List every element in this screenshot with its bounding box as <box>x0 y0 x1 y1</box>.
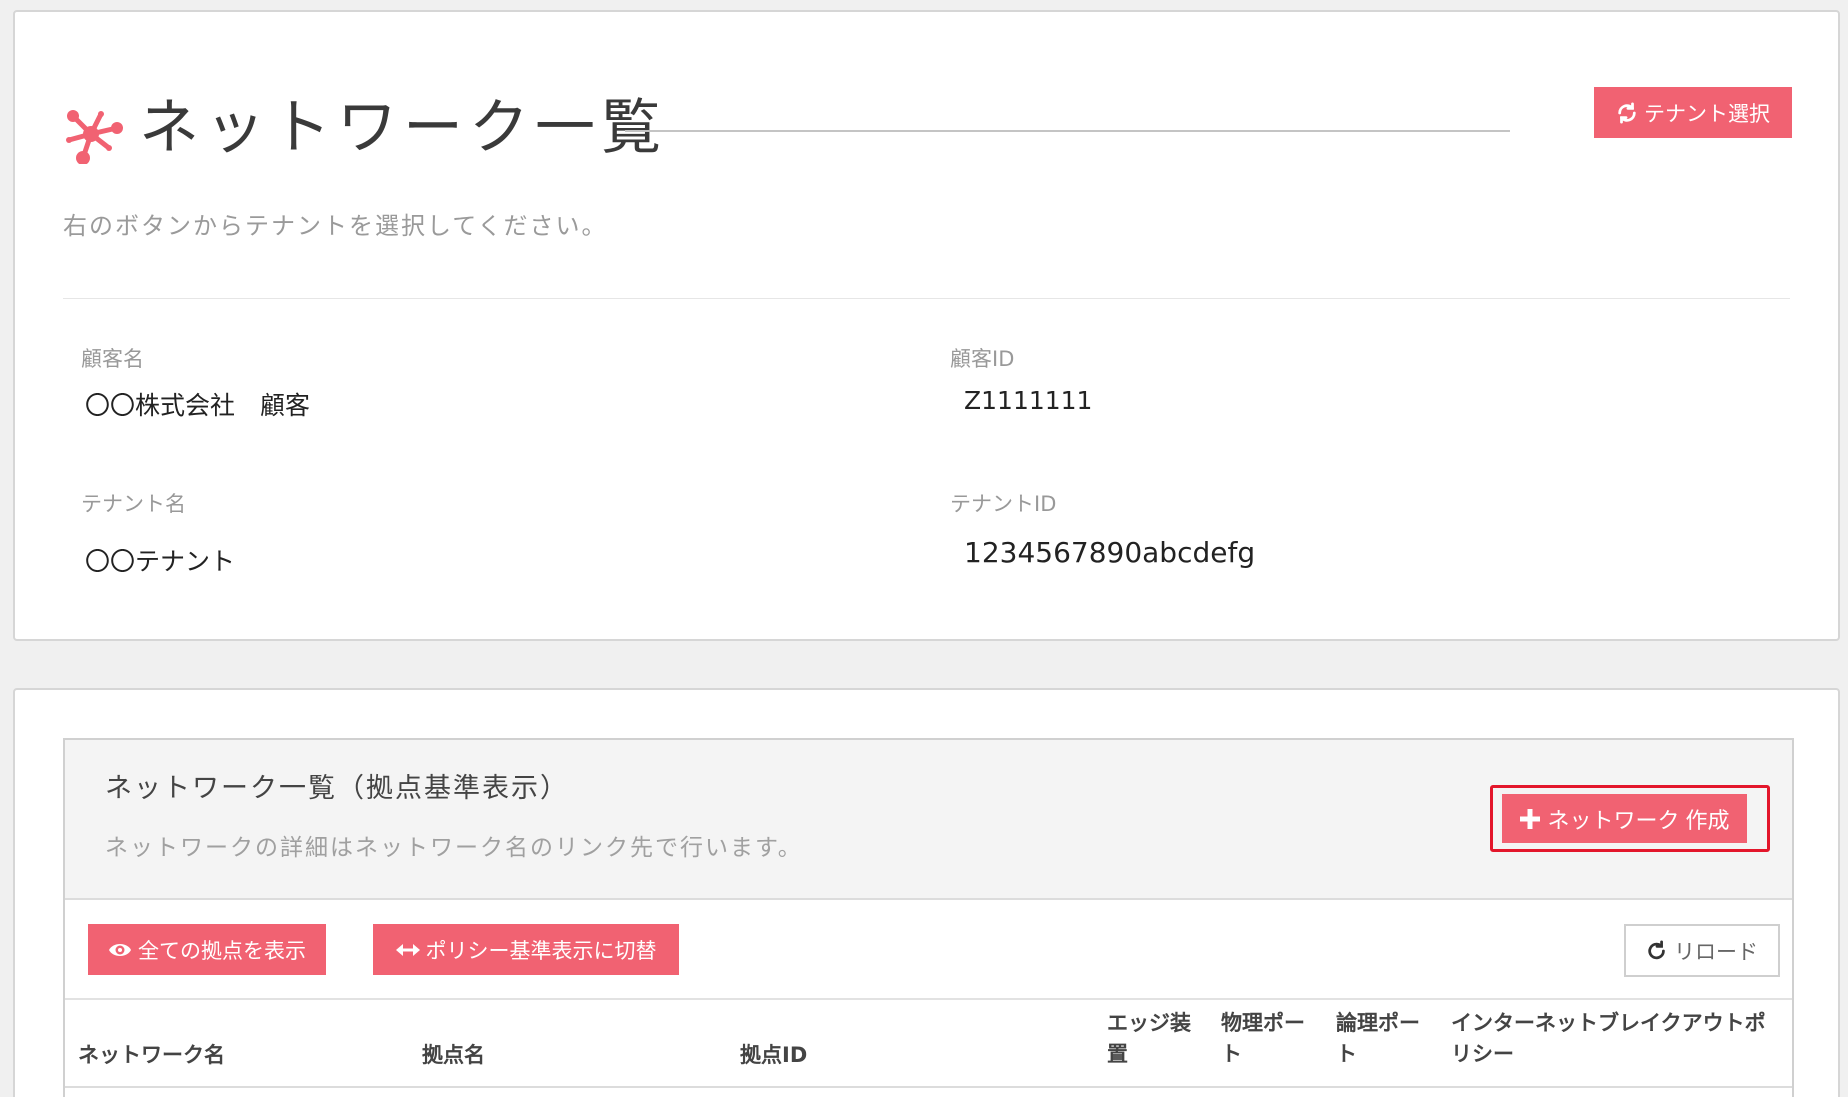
panel-subtitle: ネットワークの詳細はネットワーク名のリンク先で行います。 <box>105 835 803 861</box>
reload-button[interactable]: リロード <box>1624 924 1780 977</box>
column-header-network-name[interactable]: ネットワーク名 <box>78 1040 225 1071</box>
create-network-button[interactable]: ネットワーク 作成 <box>1502 794 1747 843</box>
tenant-name-value: 〇〇テナント <box>85 547 236 576</box>
plus-icon <box>1519 808 1541 830</box>
tenant-name-label: テナント名 <box>81 492 186 516</box>
column-header-site-name[interactable]: 拠点名 <box>422 1040 485 1071</box>
eye-icon <box>108 941 132 959</box>
tenant-select-button[interactable]: テナント選択 <box>1594 87 1792 138</box>
tenant-card: ネットワーク一覧 テナント選択 右のボタンからテナントを選択してください。 顧客… <box>13 10 1840 641</box>
arrows-horizontal-icon <box>395 943 420 957</box>
network-panel: ネットワーク一覧（拠点基準表示） ネットワークの詳細はネットワーク名のリンク先で… <box>63 738 1794 1097</box>
customer-id-label: 顧客ID <box>950 347 1015 371</box>
network-nodes-icon <box>63 104 123 164</box>
customer-name-value: 〇〇株式会社 顧客 <box>85 391 311 420</box>
tenant-id-value: 1234567890abcdefg <box>964 536 1256 569</box>
section-divider <box>63 298 1790 299</box>
refresh-icon <box>1616 101 1638 124</box>
page-subtitle: 右のボタンからテナントを選択してください。 <box>63 212 608 240</box>
tenant-id-label: テナントID <box>950 492 1057 516</box>
table-header-border <box>65 1086 1792 1088</box>
show-all-sites-button[interactable]: 全ての拠点を表示 <box>88 924 326 975</box>
customer-name-label: 顧客名 <box>81 347 144 371</box>
show-all-sites-label: 全ての拠点を表示 <box>138 939 306 963</box>
panel-title: ネットワーク一覧（拠点基準表示） <box>105 773 569 804</box>
network-card: ネットワーク一覧（拠点基準表示） ネットワークの詳細はネットワーク名のリンク先で… <box>13 688 1840 1097</box>
reload-icon <box>1646 939 1668 962</box>
title-divider <box>625 130 1510 132</box>
column-header-logical-port[interactable]: 論理ポー ト <box>1336 1008 1420 1070</box>
column-header-edge-device[interactable]: エッジ装 置 <box>1107 1008 1191 1070</box>
switch-policy-view-button[interactable]: ポリシー基準表示に切替 <box>373 924 679 975</box>
page-header: ネットワーク一覧 <box>63 86 1790 176</box>
table-top-border <box>65 998 1792 1000</box>
column-header-site-id[interactable]: 拠点ID <box>740 1040 807 1071</box>
page-title: ネットワーク一覧 <box>139 93 667 163</box>
panel-header: ネットワーク一覧（拠点基準表示） ネットワークの詳細はネットワーク名のリンク先で… <box>65 740 1792 900</box>
tenant-select-label: テナント選択 <box>1644 102 1770 126</box>
customer-id-value: Z1111111 <box>964 386 1093 415</box>
create-network-label: ネットワーク 作成 <box>1547 807 1730 833</box>
switch-policy-view-label: ポリシー基準表示に切替 <box>425 939 657 963</box>
reload-label: リロード <box>1674 940 1758 964</box>
column-header-internet-breakout-policy[interactable]: インターネットブレイクアウトポ リシー <box>1451 1008 1766 1070</box>
column-header-physical-port[interactable]: 物理ポー ト <box>1221 1008 1305 1070</box>
